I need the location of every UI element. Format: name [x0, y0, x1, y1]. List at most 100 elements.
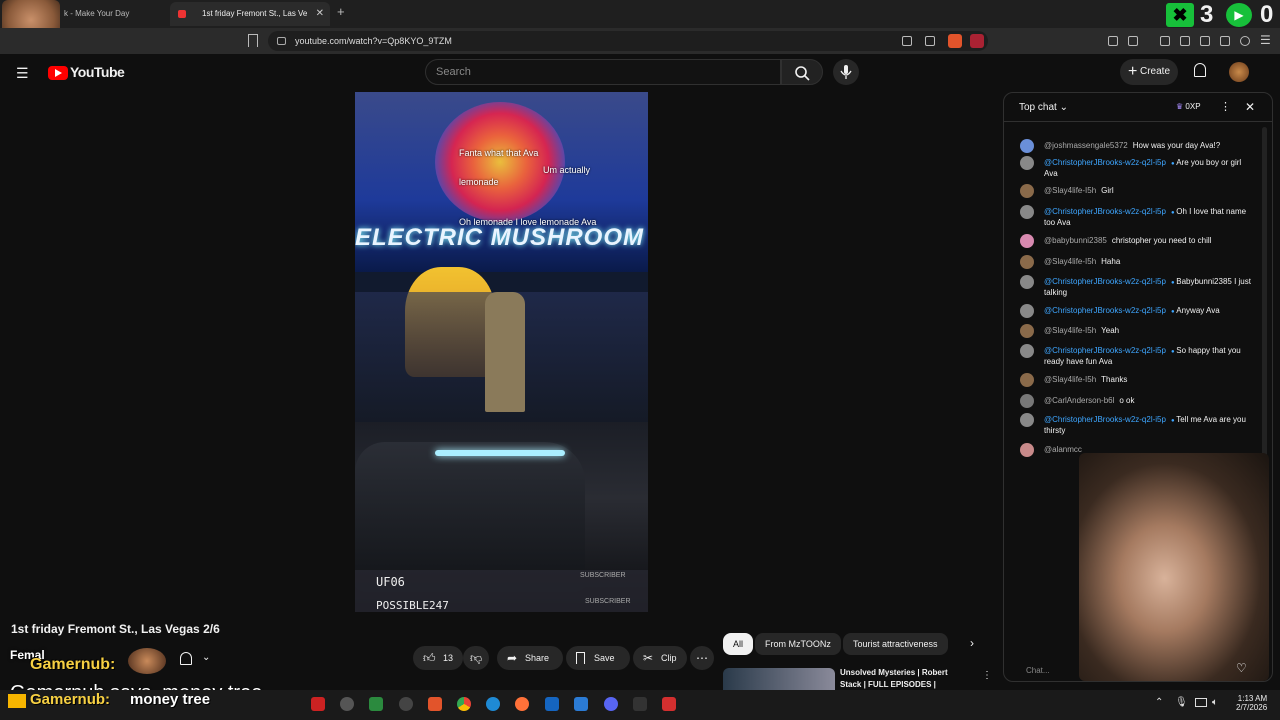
url-bar[interactable]: youtube.com/watch?v=Qp8KYO_9TZM	[268, 31, 988, 51]
cast-icon[interactable]	[902, 36, 912, 46]
taskbar-app-icon[interactable]	[369, 697, 383, 711]
notifications-bell-icon[interactable]	[1194, 63, 1206, 77]
taskbar-app-icon[interactable]	[662, 697, 676, 711]
chat-author-name[interactable]: @alanmcc	[1044, 445, 1082, 454]
taskbar-app-icon[interactable]	[545, 697, 559, 711]
points-badge[interactable]: ♛ 0XP	[1176, 102, 1201, 111]
subscribe-bell-icon[interactable]	[180, 652, 192, 665]
vpn-icon[interactable]	[1240, 36, 1250, 46]
chat-author-name[interactable]: @ChristopherJBrooks-w2z-q2l-i5p	[1044, 306, 1166, 315]
tray-clock[interactable]: 1:13 AM 2/7/2026	[1236, 694, 1267, 712]
chat-author-name[interactable]: @ChristopherJBrooks-w2z-q2l-i5p	[1044, 207, 1166, 216]
bookmark-icon[interactable]	[248, 34, 258, 47]
extensions-icon[interactable]	[1108, 36, 1118, 46]
screenshot-icon[interactable]	[1128, 36, 1138, 46]
wallet-icon[interactable]	[1200, 36, 1210, 46]
chat-author-avatar[interactable]	[1020, 324, 1034, 338]
chat-more-icon[interactable]: ⋮	[1220, 100, 1231, 113]
tray-volume-icon[interactable]: 🔈︎	[1212, 697, 1218, 708]
taskbar-chrome-icon[interactable]	[457, 697, 471, 711]
browser-menu-icon[interactable]: ☰	[1260, 33, 1271, 47]
chat-author-name[interactable]: @Slay4life-I5h	[1044, 326, 1096, 335]
tray-chevron-up-icon[interactable]: ⌃	[1155, 697, 1163, 708]
chip-from-channel[interactable]: From MzTOONz	[755, 633, 841, 655]
rewards-icon[interactable]	[970, 34, 984, 48]
chat-author-avatar[interactable]	[1020, 184, 1034, 198]
youtube-logo-icon[interactable]	[48, 66, 68, 80]
related-video-thumbnail[interactable]	[723, 668, 835, 690]
clock-time: 1:13 AM	[1237, 694, 1268, 703]
new-tab-button[interactable]: +	[337, 4, 345, 19]
chat-author-avatar[interactable]	[1020, 394, 1034, 408]
youtube-logo-text[interactable]: YouTube	[70, 64, 125, 80]
chip-tourist-attractiveness[interactable]: Tourist attractiveness	[843, 633, 948, 655]
chat-author-name[interactable]: @Slay4life-I5h	[1044, 186, 1096, 195]
close-tab-icon[interactable]: ✕	[316, 2, 324, 26]
chip-all[interactable]: All	[723, 633, 754, 655]
brave-shield-icon[interactable]	[948, 34, 962, 48]
chat-author-avatar[interactable]	[1020, 156, 1034, 170]
save-button[interactable]: Save	[566, 646, 630, 670]
close-chat-icon[interactable]: ✕	[1245, 100, 1255, 114]
taskbar-firefox-icon[interactable]	[515, 697, 529, 711]
chat-author-name[interactable]: @ChristopherJBrooks-w2z-q2l-i5p	[1044, 415, 1166, 424]
chat-author-avatar[interactable]	[1020, 234, 1034, 248]
clip-button[interactable]: ✂ Clip	[633, 646, 687, 670]
chat-author-name[interactable]: @ChristopherJBrooks-w2z-q2l-i5p	[1044, 277, 1166, 286]
site-info-icon[interactable]	[277, 37, 286, 45]
like-button[interactable]: 👍︎ 13	[413, 646, 463, 670]
counter-a: 3	[1200, 1, 1214, 28]
search-button[interactable]	[781, 59, 823, 85]
hamburger-menu-icon[interactable]: ☰	[16, 65, 29, 82]
chat-author-avatar[interactable]	[1020, 139, 1034, 153]
top-chat-dropdown[interactable]: Top chat ⌄	[1019, 102, 1068, 113]
heart-icon[interactable]: ♡	[1236, 661, 1247, 675]
taskbar-brave-icon[interactable]	[428, 697, 442, 711]
channel-avatar[interactable]	[128, 648, 166, 674]
related-video-title-1[interactable]: Unsolved Mysteries | Robert	[840, 668, 948, 677]
chat-author-avatar[interactable]	[1020, 255, 1034, 269]
chat-author-avatar[interactable]	[1020, 373, 1034, 387]
chat-author-avatar[interactable]	[1020, 275, 1034, 289]
chat-author-name[interactable]: @CarlAnderson-b6l	[1044, 396, 1114, 405]
chat-author-name[interactable]: @Slay4life-I5h	[1044, 257, 1096, 266]
search-input[interactable]: Search	[425, 59, 781, 85]
chat-input[interactable]: Chat...	[1016, 659, 1228, 681]
voice-search-button[interactable]	[833, 59, 859, 85]
chat-author-name[interactable]: @ChristopherJBrooks-w2z-q2l-i5p	[1044, 158, 1166, 167]
chat-author-name[interactable]: @Slay4life-I5h	[1044, 375, 1096, 384]
media-icon[interactable]	[1160, 36, 1170, 46]
tray-network-icon[interactable]	[1195, 698, 1207, 707]
leo-ai-icon[interactable]	[1220, 36, 1230, 46]
create-button[interactable]: + Create	[1120, 59, 1178, 85]
chat-author-name[interactable]: @ChristopherJBrooks-w2z-q2l-i5p	[1044, 346, 1166, 355]
sidebar-icon[interactable]	[1180, 36, 1190, 46]
webcam-overlay-image	[1079, 453, 1269, 681]
browser-tab-youtube[interactable]: 1st friday Fremont St., Las Ve ✕	[170, 2, 330, 26]
taskbar-app-icon[interactable]	[399, 697, 413, 711]
video-player[interactable]: ELECTRIC MUSHROOM Fanta what that Ava Um…	[355, 92, 648, 612]
chat-author-avatar[interactable]	[1020, 205, 1034, 219]
account-avatar[interactable]	[1229, 62, 1249, 82]
chat-author-name[interactable]: @joshmassengale5372	[1044, 141, 1128, 150]
share-page-icon[interactable]	[925, 36, 935, 46]
share-button[interactable]: ➦ Share	[497, 646, 563, 670]
taskbar-discord-icon[interactable]	[604, 697, 618, 711]
taskbar-settings-icon[interactable]	[340, 697, 354, 711]
chat-author-avatar[interactable]	[1020, 344, 1034, 358]
taskbar-app-icon[interactable]	[311, 697, 325, 711]
taskbar-vscode-icon[interactable]	[574, 697, 588, 711]
taskbar-app-icon[interactable]	[633, 697, 647, 711]
taskbar-edge-icon[interactable]	[486, 697, 500, 711]
chat-author-name[interactable]: @babybunni2385	[1044, 236, 1107, 245]
chat-author-avatar[interactable]	[1020, 413, 1034, 427]
related-more-icon[interactable]: ⋮	[982, 670, 992, 681]
chat-author-avatar[interactable]	[1020, 304, 1034, 318]
related-video-title-2[interactable]: Stack | FULL EPISODES |	[840, 680, 936, 690]
dislike-button[interactable]: 👎︎	[463, 646, 489, 670]
chips-next-icon[interactable]: ›	[970, 636, 974, 650]
chevron-down-icon[interactable]: ⌄	[202, 652, 210, 663]
more-actions-icon[interactable]: ⋯	[690, 646, 714, 670]
tray-mic-icon[interactable]: 🎙︎	[1175, 697, 1188, 708]
chat-author-avatar[interactable]	[1020, 443, 1034, 457]
